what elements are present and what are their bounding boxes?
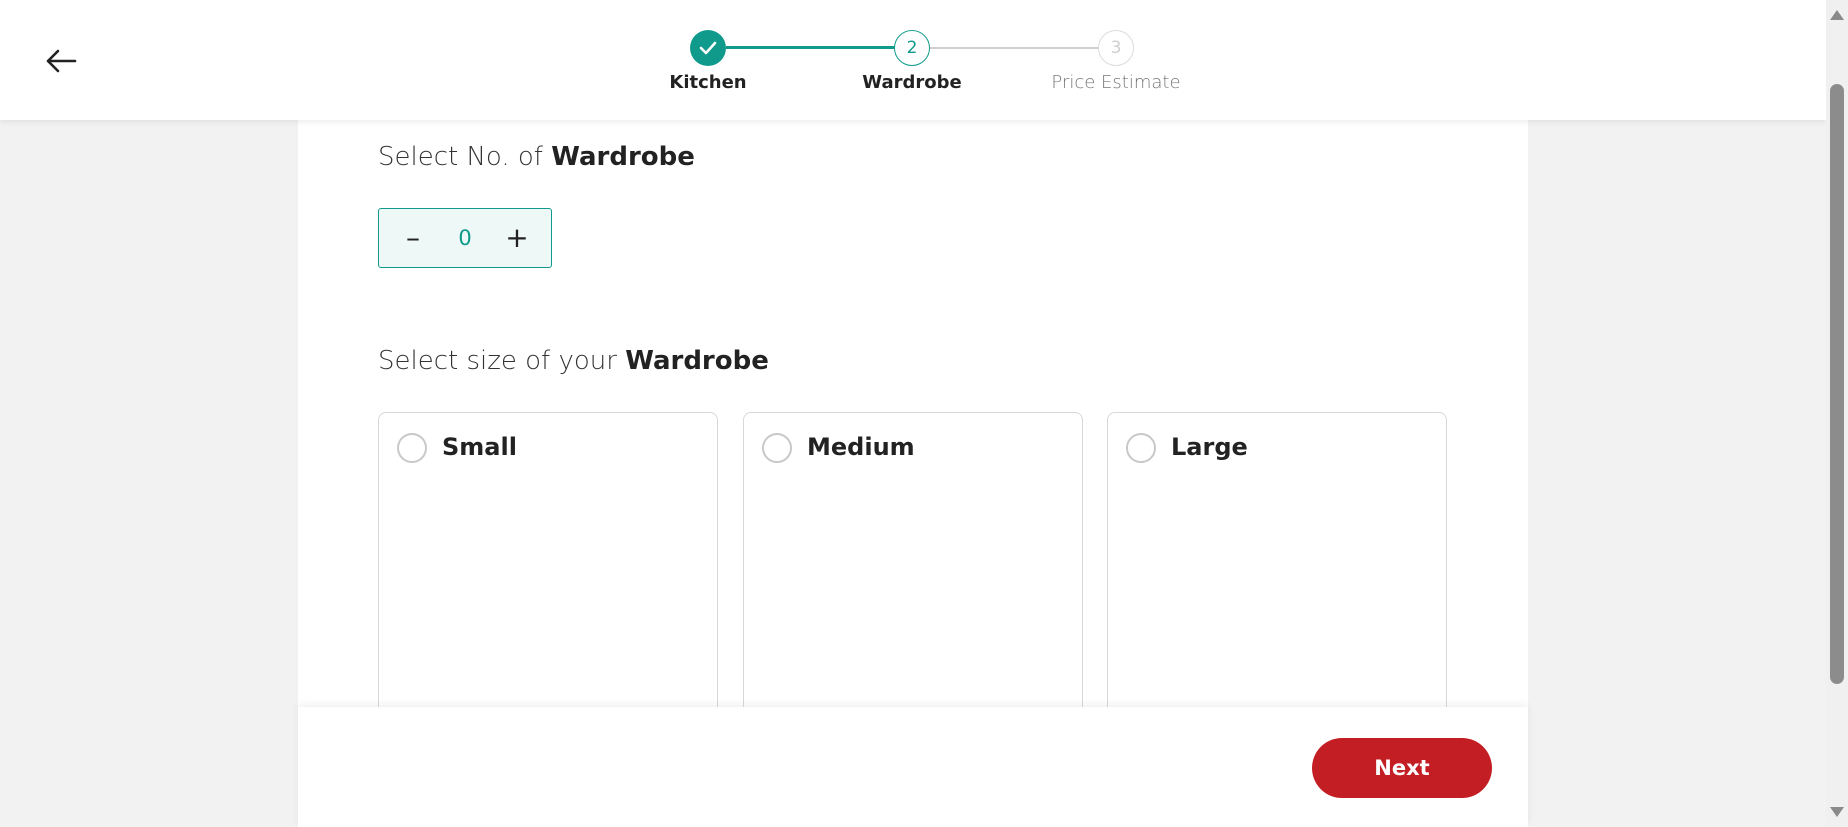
size-medium-label: Medium (807, 433, 915, 461)
step-3-label: Price Estimate (1051, 72, 1181, 93)
step-3-circle: 3 (1098, 30, 1134, 66)
wardrobe-count-heading-bold: Wardrobe (551, 142, 695, 172)
step-connector-pending (930, 47, 1100, 49)
footer-bar: Next (298, 707, 1528, 827)
decrement-button[interactable]: – (397, 222, 429, 254)
step-1-circle (690, 30, 726, 66)
step-connector-completed (726, 46, 898, 49)
size-option-medium[interactable]: Medium (743, 412, 1083, 732)
size-small-radio[interactable] (397, 433, 427, 463)
wardrobe-count-heading: Select No. of Wardrobe (378, 142, 695, 172)
progress-stepper: Kitchen 2 Wardrobe 3 Price Estimate (0, 0, 1826, 120)
wardrobe-quantity-stepper: – 0 + (378, 208, 552, 268)
next-button[interactable]: Next (1312, 738, 1492, 798)
size-option-large[interactable]: Large (1107, 412, 1447, 732)
scroll-down-arrow-icon[interactable] (1830, 807, 1844, 817)
step-1-label: Kitchen (669, 72, 747, 93)
wardrobe-size-heading: Select size of your Wardrobe (378, 346, 769, 376)
step-2-label: Wardrobe (862, 72, 962, 93)
quantity-value: 0 (458, 226, 472, 250)
vertical-scrollbar[interactable] (1826, 0, 1848, 827)
header-bar: Kitchen 2 Wardrobe 3 Price Estimate (0, 0, 1826, 120)
scroll-up-arrow-icon[interactable] (1830, 10, 1844, 20)
size-option-small[interactable]: Small (378, 412, 718, 732)
size-large-radio[interactable] (1126, 433, 1156, 463)
increment-button[interactable]: + (501, 222, 533, 254)
wardrobe-count-heading-prefix: Select No. of (378, 142, 552, 172)
wardrobe-size-heading-bold: Wardrobe (625, 346, 769, 376)
size-medium-radio[interactable] (762, 433, 792, 463)
scrollbar-thumb[interactable] (1830, 84, 1844, 684)
check-icon (699, 41, 717, 55)
size-large-label: Large (1171, 433, 1248, 461)
step-2-circle: 2 (894, 30, 930, 66)
wardrobe-size-heading-prefix: Select size of your (378, 346, 626, 376)
size-small-label: Small (442, 433, 517, 461)
